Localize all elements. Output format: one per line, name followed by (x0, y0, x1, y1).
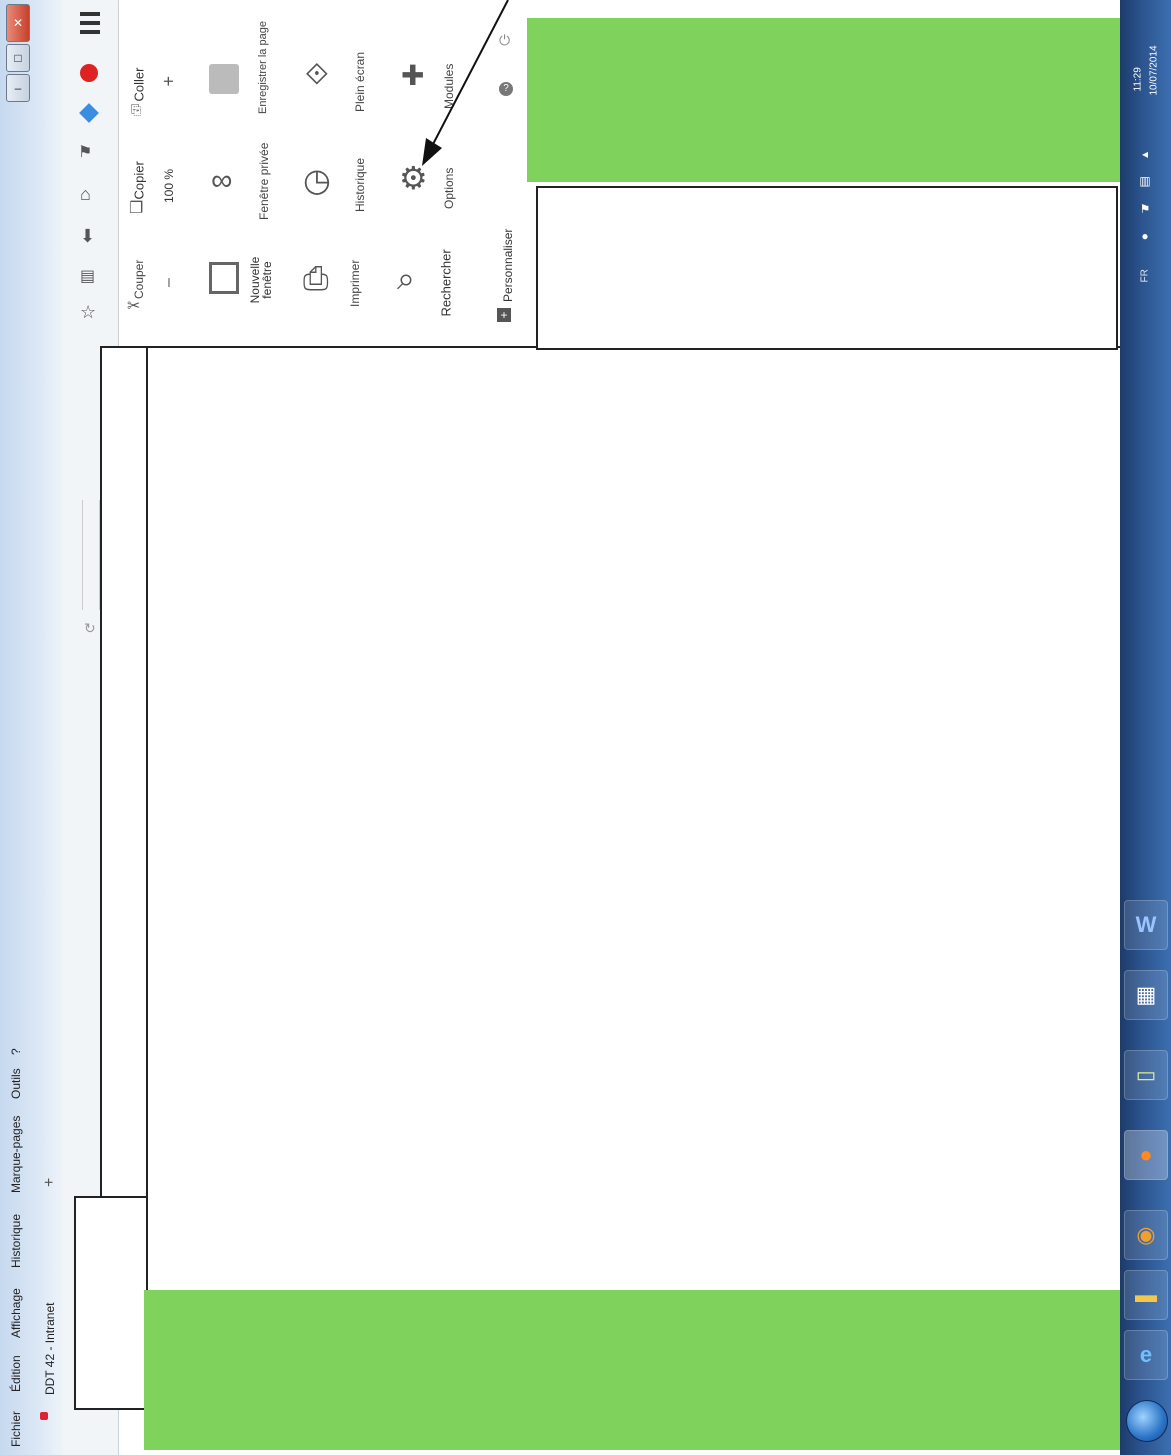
zoom-out-button[interactable]: – (160, 271, 178, 287)
cut-button[interactable]: Couper (132, 239, 146, 299)
folder-icon: ▬ (1135, 1282, 1157, 1307)
print-button[interactable]: Imprimer (348, 247, 362, 307)
app-icon: ◉ (1136, 1222, 1156, 1247)
history-button[interactable]: Historique (353, 142, 367, 212)
security-icon[interactable]: ● (1141, 229, 1148, 243)
customize-button[interactable]: Personnaliser (501, 212, 515, 302)
search-field[interactable] (82, 500, 100, 610)
taskbar-notes[interactable]: ▭ (1124, 1050, 1168, 1100)
minimize-button[interactable]: – (6, 74, 30, 102)
download-icon[interactable]: ⬇ (80, 226, 95, 247)
ie-icon: e (1139, 1342, 1153, 1367)
menu-outils[interactable]: Outils (9, 1051, 23, 1099)
highlight-green-bottom (144, 1290, 1120, 1450)
customize-icon: + (497, 308, 511, 322)
menu-historique[interactable]: Historique (9, 1196, 23, 1268)
highlight-white-box (536, 186, 1118, 350)
tray-icons[interactable]: ◂ ▥ ⚑ ● (1136, 140, 1154, 250)
start-button[interactable] (1126, 1400, 1168, 1442)
language-indicator[interactable]: FR (1140, 253, 1151, 282)
tab-favicon (40, 1412, 48, 1420)
windows-taskbar: e ▬ ◉ ● ▭ ▦ W FR ◂ ▥ ⚑ ● 11:29 10/07/201… (1120, 0, 1171, 1455)
taskbar-firefox[interactable]: ● (1124, 1130, 1168, 1180)
word-icon: W (1135, 912, 1157, 937)
new-window-button[interactable]: Nouvelle fenêtre (248, 250, 274, 310)
fullscreen-button[interactable]: Plein écran (353, 42, 367, 112)
taskbar-ie[interactable]: e (1124, 1330, 1168, 1380)
cut-icon: ✂ (127, 298, 141, 315)
menu-marque-pages[interactable]: Marque-pages (9, 1101, 23, 1193)
copy-icon: ❐ (129, 200, 144, 217)
paste-icon: ⎘ (131, 102, 142, 117)
annotation-arrow (422, 0, 509, 166)
network-icon[interactable]: ▥ (1139, 174, 1150, 188)
window-icon (209, 262, 239, 294)
close-button[interactable]: ✕ (6, 4, 30, 42)
calculator-icon: ▦ (1135, 982, 1157, 1007)
menu-hamburger-icon[interactable] (80, 12, 100, 34)
taskbar-word[interactable]: W (1124, 900, 1168, 950)
taskbar-explorer[interactable]: ▬ (1124, 1270, 1168, 1320)
menu-help[interactable]: ? (9, 1039, 23, 1055)
taskbar-calculator[interactable]: ▦ (1124, 970, 1168, 1020)
highlight-green-top (526, 18, 1124, 182)
volume-icon[interactable]: ◂ (1142, 147, 1148, 161)
menu-affichage[interactable]: Affichage (9, 1266, 23, 1338)
mask-icon: ∞ (211, 164, 233, 197)
search-icon: ⌕ (397, 260, 415, 296)
maximize-button[interactable]: □ (6, 44, 30, 72)
save-page-button[interactable]: Enregistrer la page (257, 21, 269, 114)
page-content-area (100, 346, 1140, 1294)
paste-button[interactable]: Coller (132, 42, 147, 102)
flag-icon[interactable]: ⚑ (1140, 202, 1151, 216)
menu-edition[interactable]: Édition (9, 1332, 23, 1392)
tab-highlight-box (74, 1196, 148, 1410)
addon-badge-icon[interactable]: ⚑ (78, 142, 92, 162)
bookmark-star-icon[interactable]: ☆ (80, 302, 96, 323)
fullscreen-icon: ⟐ (305, 58, 329, 91)
copy-button[interactable]: Copier (132, 140, 147, 199)
clock-icon: ◷ (303, 162, 331, 198)
zoom-value[interactable]: 100 % (162, 155, 176, 203)
menu-fichier[interactable]: Fichier (9, 1387, 23, 1447)
tab-title[interactable]: DDT 42 - Intranet (43, 1255, 57, 1395)
firefox-icon: ● (1139, 1142, 1153, 1167)
clipboard-icon[interactable]: ▤ (80, 266, 95, 286)
reload-icon[interactable]: ↻ (84, 620, 96, 637)
taskbar-app[interactable]: ◉ (1124, 1210, 1168, 1260)
addon-red-icon[interactable] (80, 64, 98, 82)
new-tab-button[interactable]: + (41, 1167, 59, 1187)
zoom-in-button[interactable]: + (159, 71, 180, 87)
notes-icon: ▭ (1135, 1062, 1157, 1087)
home-icon[interactable]: ⌂ (80, 184, 91, 205)
clock-date[interactable]: 10/07/2014 (1149, 36, 1160, 95)
search-button[interactable]: Rechercher (439, 247, 454, 316)
printer-icon: ⎙ (303, 260, 329, 296)
clock-time[interactable]: 11:29 (1133, 52, 1144, 91)
save-page-icon (209, 64, 239, 94)
private-window-button[interactable]: Fenêtre privée (257, 130, 271, 220)
